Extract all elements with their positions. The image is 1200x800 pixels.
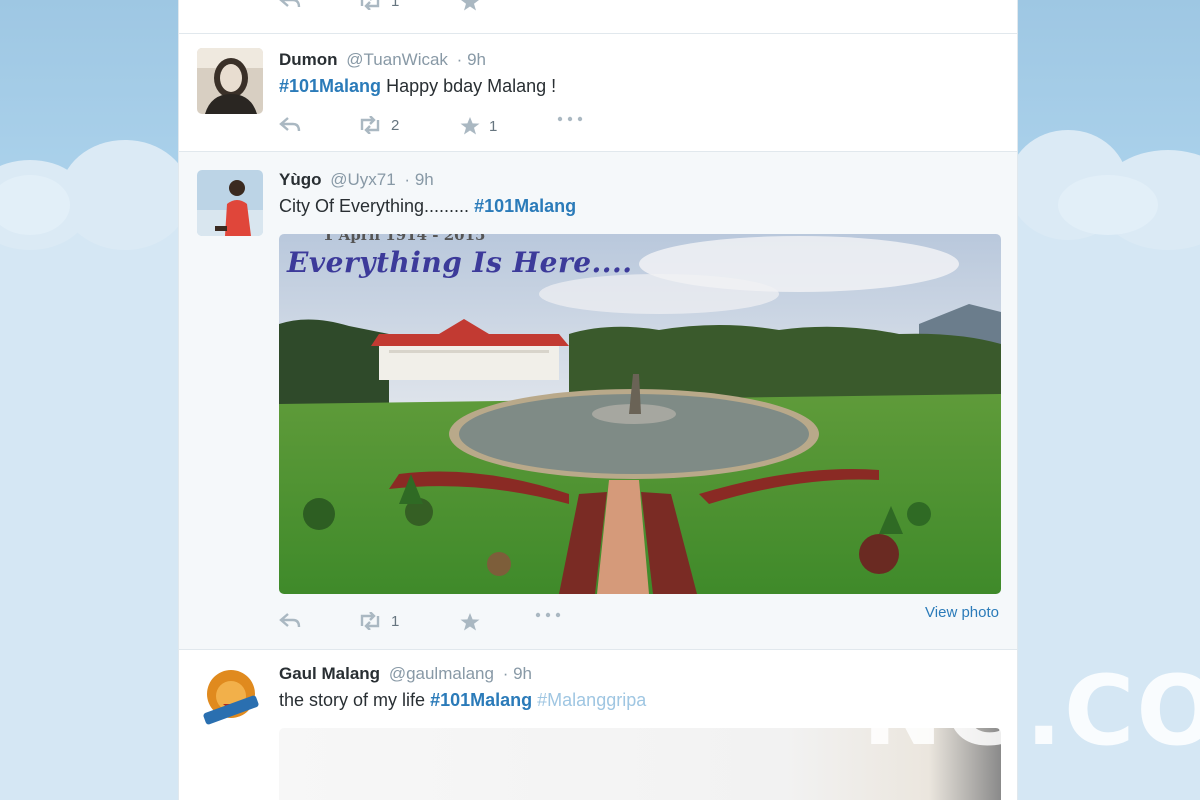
tweet-photo[interactable]: 1 April 1914 - 2015 Everything Is Here..… [279,234,1001,594]
favorite-icon[interactable] [459,0,481,12]
retweet-icon [360,612,380,630]
reply-icon[interactable] [279,612,301,630]
photo-subcaption: 1 April 1914 - 2015 [323,234,486,244]
tweet-header: Yùgo @Uyx71 · 9h [279,170,434,190]
user-name[interactable]: Dumon [279,50,338,69]
tweet-time[interactable]: · 9h [503,664,532,683]
tweet-body: the story of my life [279,690,426,710]
tweet-text: City Of Everything......... #101Malang [279,196,576,217]
more-icon[interactable] [557,116,583,122]
reply-icon[interactable] [279,0,301,10]
retweet-button[interactable]: 1 [357,612,399,630]
retweet-icon [360,116,380,134]
avatar[interactable] [197,664,263,730]
user-name[interactable]: Yùgo [279,170,322,189]
user-handle[interactable]: @TuanWicak [346,50,448,69]
view-photo-link[interactable]: View photo [925,604,999,621]
user-handle[interactable]: @gaulmalang [389,664,494,683]
favorite-icon[interactable] [459,612,481,632]
tweet-body: City Of Everything......... [279,196,470,216]
avatar[interactable] [197,170,263,236]
retweet-button[interactable]: 2 [357,116,399,134]
background-clouds-left [0,0,178,800]
favorite-count: 1 [489,117,498,135]
tweet-item[interactable]: Yùgo @Uyx71 · 9h City Of Everything.....… [179,152,1017,650]
avatar[interactable] [197,48,263,114]
tweet-header: Gaul Malang @gaulmalang · 9h [279,664,532,684]
tweet-time[interactable]: · 9h [404,170,433,189]
tweet-item[interactable]: Dumon @TuanWicak · 9h #101Malang Happy b… [179,34,1017,152]
user-handle[interactable]: @Uyx71 [330,170,395,189]
hashtag-link[interactable]: #101Malang [279,76,381,96]
retweet-count: 2 [391,116,400,134]
hashtag-link[interactable]: #Malanggripa [537,690,646,710]
retweet-icon [360,0,380,10]
watermark-text: NG.CO [862,655,1200,767]
tweet-body: Happy bday Malang ! [386,76,557,96]
retweet-count: 1 [391,612,400,630]
user-name[interactable]: Gaul Malang [279,664,380,683]
retweet-button[interactable]: 1 [357,0,399,10]
retweet-count: 1 [391,0,400,10]
tweet-text: #101Malang Happy bday Malang ! [279,76,556,97]
photo-caption: Everything Is Here.... [287,246,633,279]
tweet-time[interactable]: · 9h [457,50,486,69]
more-icon[interactable] [535,612,561,618]
tweet-text: the story of my life #101Malang #Malangg… [279,690,646,711]
tweet-header: Dumon @TuanWicak · 9h [279,50,486,70]
tweet-item[interactable]: 1 [179,0,1017,34]
hashtag-link[interactable]: #101Malang [474,196,576,216]
favorite-icon [460,117,480,135]
hashtag-link[interactable]: #101Malang [430,690,532,710]
favorite-button[interactable]: 1 [459,116,497,136]
reply-icon[interactable] [279,116,301,134]
